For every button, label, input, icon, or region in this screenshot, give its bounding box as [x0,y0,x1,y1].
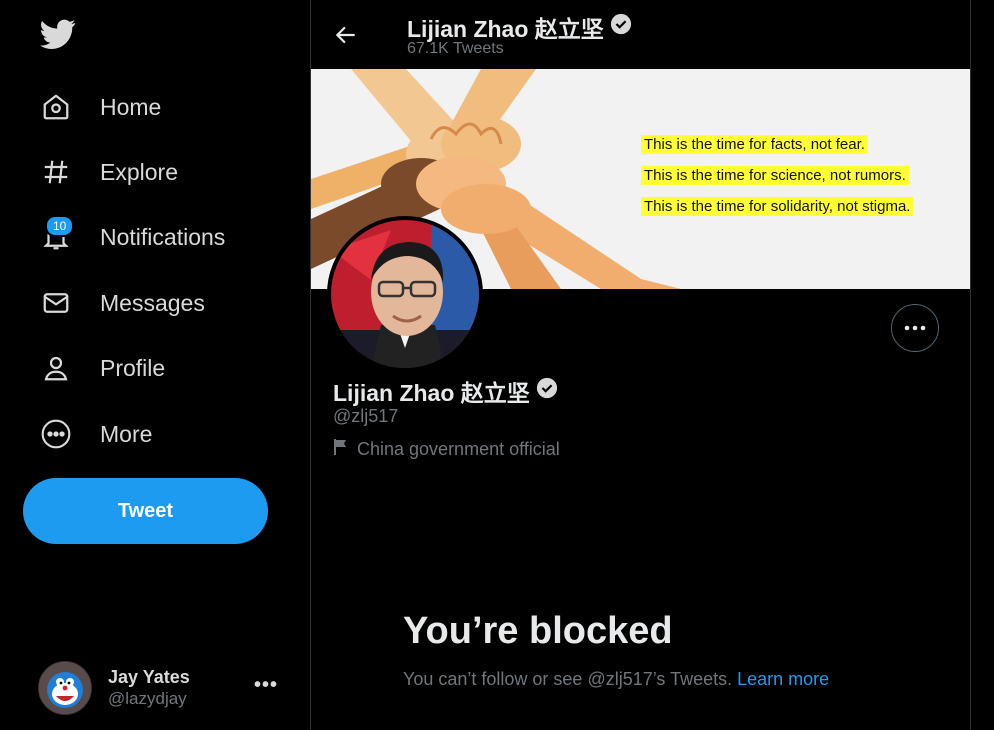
account-more-button[interactable]: ••• [254,674,278,697]
back-arrow-icon[interactable] [333,22,359,48]
profile-display-name: Lijian Zhao 赵立坚 [333,380,530,406]
sidebar-item-notifications[interactable]: 10 Notifications [38,212,225,262]
profile-avatar[interactable] [327,216,483,372]
hashtag-icon [38,154,74,190]
sidebar-item-more[interactable]: More [38,409,152,459]
flag-icon [333,438,349,461]
account-switcher[interactable]: Jay Yates @lazydjay ••• [38,660,288,716]
blocked-message-text: You can’t follow or see @zlj517’s Tweets… [403,669,733,689]
sidebar-item-messages[interactable]: Messages [38,278,205,328]
blocked-message: You can’t follow or see @zlj517’s Tweets… [403,669,829,690]
more-options-button[interactable] [891,304,939,352]
blocked-heading: You’re blocked [403,610,673,652]
profile-header-bar: Lijian Zhao 赵立坚 67.1K Tweets [311,0,970,68]
banner-slogans: This is the time for facts, not fear. Th… [641,135,914,228]
sidebar-item-profile[interactable]: Profile [38,343,165,393]
sidebar-item-label: Messages [100,289,205,316]
account-handle: @lazydjay [108,689,187,708]
avatar [38,661,92,715]
profile-column: Lijian Zhao 赵立坚 67.1K Tweets This is the… [310,0,971,730]
sidebar: Home Explore 10 Notifications Messages P… [0,0,310,730]
profile-name: Lijian Zhao 赵立坚 [333,374,558,408]
account-name: Jay Yates [108,667,190,687]
envelope-icon [38,285,74,321]
sidebar-item-home[interactable]: Home [38,82,161,132]
sidebar-item-label: Notifications [100,223,226,250]
bell-icon: 10 [38,215,75,255]
header-name: Lijian Zhao 赵立坚 [407,16,604,42]
verified-badge-icon [536,377,558,405]
sidebar-item-label: More [100,420,153,447]
sidebar-item-label: Home [100,93,162,120]
verified-badge-icon [610,13,632,41]
tweet-count: 67.1K Tweets [407,40,504,57]
government-label[interactable]: China government official [333,438,560,461]
banner-line: This is the time for science, not rumors… [641,166,909,185]
government-label-text: China government official [357,439,560,459]
banner-line: This is the time for solidarity, not sti… [641,197,914,216]
person-icon [38,350,74,386]
profile-handle: @zlj517 [333,406,399,426]
sidebar-item-label: Explore [100,158,178,185]
ellipsis-icon [904,325,926,331]
learn-more-link[interactable]: Learn more [737,669,829,689]
banner-line: This is the time for facts, not fear. [641,135,868,154]
home-icon [38,89,74,125]
sidebar-item-explore[interactable]: Explore [38,147,178,197]
tweet-button[interactable]: Tweet [23,478,268,544]
page-title: Lijian Zhao 赵立坚 [407,10,632,44]
twitter-bird-icon[interactable] [38,16,78,52]
sidebar-item-label: Profile [100,354,166,381]
more-circle-icon [38,416,74,452]
notification-count-badge: 10 [45,215,75,237]
